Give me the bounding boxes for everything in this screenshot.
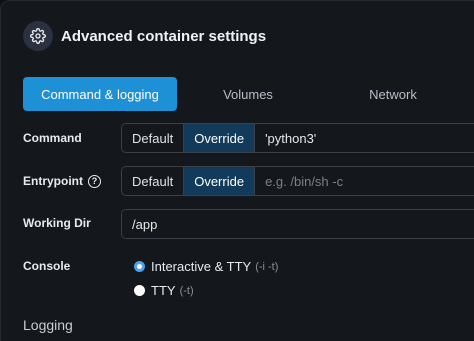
command-override-option[interactable]: Override [184, 124, 255, 152]
panel-header: Advanced container settings [23, 21, 266, 51]
entrypoint-label: Entrypoint [23, 174, 83, 188]
tab-volumes[interactable]: Volumes [183, 77, 313, 111]
command-label: Command [23, 131, 82, 145]
console-option-hint: (-t) [179, 284, 194, 297]
radio-selected[interactable] [134, 261, 145, 272]
console-label: Console [23, 259, 71, 273]
radio-unselected[interactable] [134, 285, 145, 296]
logging-section-title: Logging [23, 317, 73, 333]
advanced-settings-panel: Advanced container settings Command & lo… [0, 0, 474, 341]
console-option-label: TTY [151, 283, 176, 298]
question-circle-icon[interactable]: ? [88, 174, 101, 188]
console-option-interactive-tty[interactable]: Interactive & TTY (-i -t) [134, 259, 278, 274]
console-option-tty[interactable]: TTY (-t) [134, 283, 194, 298]
tab-command-logging[interactable]: Command & logging [23, 77, 177, 111]
command-input[interactable]: 'python3' [254, 124, 474, 152]
settings-tabs: Command & logging Volumes Network [23, 77, 474, 111]
entrypoint-default-option[interactable]: Default [122, 167, 185, 195]
working-dir-input[interactable]: /app [121, 209, 474, 239]
console-option-label: Interactive & TTY [151, 259, 252, 274]
working-dir-label: Working Dir [23, 216, 91, 230]
entrypoint-override-option[interactable]: Override [184, 167, 255, 195]
gear-icon [23, 21, 53, 51]
command-selector: Default Override 'python3' [121, 123, 474, 153]
entrypoint-label-group: Entrypoint ? [23, 174, 101, 188]
console-option-hint: (-i -t) [255, 260, 279, 273]
panel-title: Advanced container settings [61, 27, 267, 45]
tab-network[interactable]: Network [328, 77, 458, 111]
command-default-option[interactable]: Default [122, 124, 185, 152]
entrypoint-input[interactable]: e.g. /bin/sh -c [254, 167, 474, 195]
entrypoint-selector: Default Override e.g. /bin/sh -c [121, 166, 474, 196]
